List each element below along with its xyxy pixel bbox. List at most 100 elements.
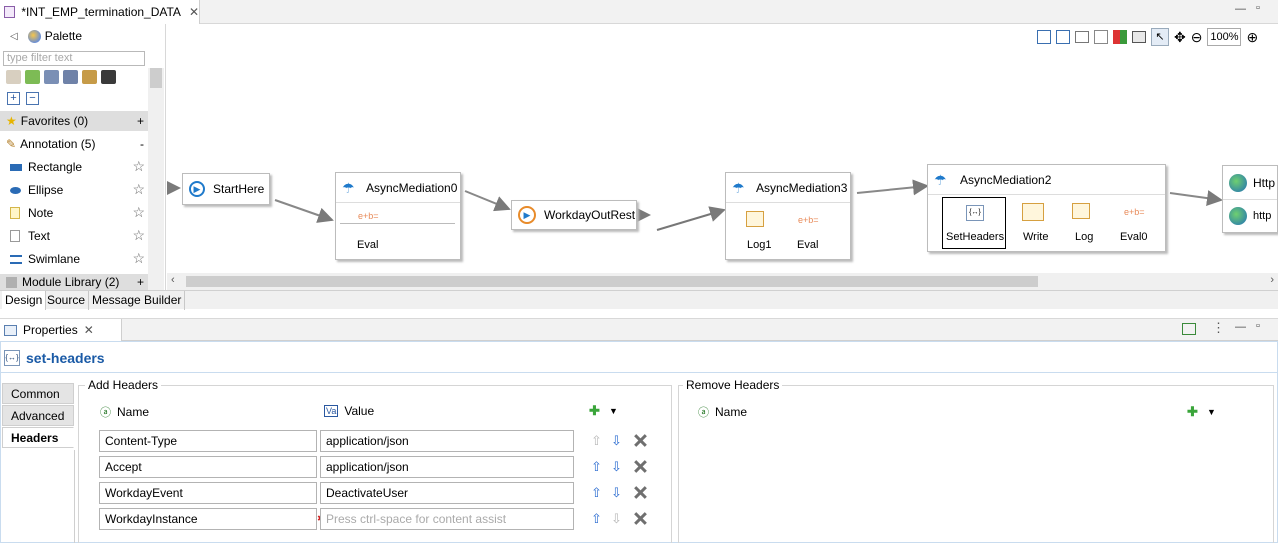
delete-row-icon[interactable] [634, 486, 647, 499]
node-http[interactable]: Http http [1222, 165, 1278, 233]
move-up-icon[interactable]: ⇧ [591, 433, 602, 449]
move-up-icon[interactable]: ⇧ [591, 485, 602, 501]
favorite-star-icon[interactable]: ☆ [132, 204, 145, 221]
header-value-field[interactable]: application/json [320, 456, 574, 478]
view-menu-icon[interactable]: ⋮ [1212, 320, 1225, 336]
eval-icon: e+b= [798, 215, 819, 225]
favorite-star-icon[interactable]: ☆ [132, 250, 145, 267]
header-name-field[interactable]: WorkdayInstance [99, 508, 317, 530]
header-name-field[interactable]: Content-Type [99, 430, 317, 452]
move-up-icon[interactable]: ⇧ [591, 459, 602, 475]
collapse-palette-icon[interactable]: ◁ [10, 31, 18, 42]
connect-tool-icon[interactable] [44, 70, 59, 84]
close-icon[interactable]: ✕ [189, 5, 199, 19]
node-start-here[interactable]: ▶ StartHere [182, 173, 270, 205]
node-async-mediation-2[interactable]: ☂ AsyncMediation2 {↔} e+b= SetHeaders Wr… [927, 164, 1166, 252]
tab-source[interactable]: Source [44, 291, 90, 310]
write-icon [1022, 203, 1044, 221]
delete-row-icon[interactable] [634, 460, 647, 473]
scroll-left-icon[interactable]: ‹ [171, 274, 175, 286]
move-down-icon[interactable]: ⇩ [611, 485, 622, 501]
layout-tool-icon[interactable] [101, 70, 116, 84]
delete-row-icon[interactable] [634, 512, 647, 525]
step-write[interactable]: Write [1023, 231, 1048, 243]
step-eval[interactable]: Eval [357, 239, 378, 251]
palette-title: Palette [44, 29, 83, 43]
header-name-field[interactable]: WorkdayEvent [99, 482, 317, 504]
tab-design[interactable]: Design [2, 291, 47, 310]
palette-item-note[interactable]: Note ☆ [0, 202, 148, 224]
connect-tool-2-icon[interactable] [63, 70, 78, 84]
step-log[interactable]: Log [1075, 231, 1093, 243]
collapse-all-icon[interactable]: − [26, 92, 39, 105]
palette-item-label: Swimlane [28, 252, 81, 266]
maximize-button[interactable]: ▫ [1256, 2, 1260, 14]
delete-row-icon[interactable] [634, 434, 647, 447]
header-value-field-empty[interactable]: Press ctrl-space for content assist [320, 508, 574, 530]
edit-tool-icon[interactable] [82, 70, 97, 84]
move-down-icon[interactable]: ⇩ [611, 433, 622, 449]
mediation-icon: ☂ [342, 179, 355, 196]
maximize-button[interactable]: ▫ [1256, 320, 1260, 332]
step-set-headers[interactable]: SetHeaders [946, 231, 1004, 243]
eraser-tool-icon[interactable] [6, 70, 21, 84]
column-name-label: Name [117, 405, 150, 419]
module-library-label: Module Library (2) [22, 275, 120, 289]
move-down-icon[interactable]: ⇩ [611, 459, 622, 475]
side-tab-headers[interactable]: Headers [2, 427, 74, 448]
rectangle-icon [10, 163, 22, 171]
palette-section-annotation[interactable]: ✎ Annotation (5) - [0, 134, 148, 154]
assembly-canvas[interactable]: ↖ ✥ ⊖ 100% ⊕ ▶ StartHere ☂ AsyncMediatio… [167, 24, 1278, 290]
chevron-down-icon[interactable]: ▼ [1207, 407, 1216, 417]
chevron-down-icon[interactable]: ▼ [609, 406, 618, 416]
annotation-toggle[interactable]: - [140, 137, 144, 151]
favorite-star-icon[interactable]: ☆ [132, 181, 145, 198]
step-eval0[interactable]: Eval0 [1120, 231, 1148, 243]
node-workday-out-rest[interactable]: ▶ WorkdayOutRest [511, 200, 637, 230]
side-tab-advanced[interactable]: Advanced [2, 405, 74, 426]
palette-item-rectangle[interactable]: Rectangle ☆ [0, 156, 148, 178]
move-up-icon[interactable]: ⇧ [591, 511, 602, 527]
add-row-icon[interactable]: ✚ [1187, 404, 1198, 420]
expand-all-icon[interactable]: + [7, 92, 20, 105]
outbound-rest-icon: ▶ [518, 206, 536, 224]
favorites-toggle[interactable]: + [137, 114, 144, 128]
header-value-field[interactable]: application/json [320, 430, 574, 452]
favorite-star-icon[interactable]: ☆ [132, 227, 145, 244]
canvas-scroll-thumb[interactable] [186, 276, 1038, 287]
close-icon[interactable]: ✕ [84, 323, 94, 337]
palette-section-favorites[interactable]: ★ Favorites (0) + [0, 111, 148, 131]
pin-icon[interactable] [1182, 323, 1196, 335]
scroll-right-icon[interactable]: › [1270, 274, 1274, 286]
tab-message-builder[interactable]: Message Builder [89, 291, 186, 310]
attribute-icon: ⓐ [698, 407, 709, 419]
palette-item-text[interactable]: Text ☆ [0, 225, 148, 247]
step-eval[interactable]: Eval [797, 239, 818, 251]
favorite-star-icon[interactable]: ☆ [132, 158, 145, 175]
add-row-icon[interactable]: ✚ [589, 403, 600, 419]
side-tab-common[interactable]: Common [2, 383, 74, 404]
editor-tab[interactable]: *INT_EMP_termination_DATA ✕ [0, 0, 200, 24]
module-library-toggle[interactable]: + [137, 275, 144, 289]
header-value-field[interactable]: DeactivateUser [320, 482, 574, 504]
palette-section-module-library[interactable]: Module Library (2) + [0, 274, 148, 290]
header-name-field[interactable]: Accept [99, 456, 317, 478]
add-component-icon[interactable] [25, 70, 40, 84]
palette-item-swimlane[interactable]: Swimlane ☆ [0, 248, 148, 270]
palette-scrollbar[interactable] [148, 68, 164, 290]
mediation-icon: ☂ [934, 171, 947, 188]
palette-tools [6, 70, 116, 84]
step-log1[interactable]: Log1 [747, 239, 771, 251]
palette-header[interactable]: ◁ Palette [0, 24, 166, 48]
palette-filter-input[interactable]: type filter text [3, 51, 145, 66]
properties-tab[interactable]: Properties ✕ [0, 319, 122, 341]
palette-scroll-thumb[interactable] [150, 68, 162, 88]
minimize-button[interactable]: — [1235, 3, 1246, 15]
palette-item-label: Ellipse [28, 183, 64, 197]
node-async-mediation-3[interactable]: ☂ AsyncMediation3 e+b= Log1 Eval [725, 172, 851, 260]
ellipse-icon [10, 186, 21, 194]
palette-item-ellipse[interactable]: Ellipse ☆ [0, 179, 148, 201]
move-down-icon[interactable]: ⇩ [611, 511, 622, 527]
minimize-button[interactable]: — [1235, 321, 1246, 333]
node-async-mediation-0[interactable]: ☂ AsyncMediation0 e+b= Eval [335, 172, 461, 260]
